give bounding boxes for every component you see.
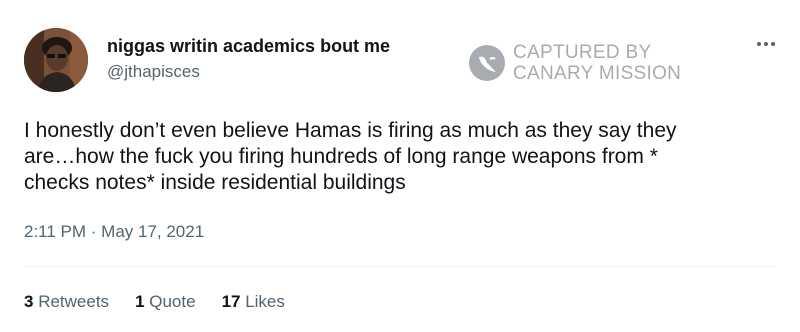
more-options-button[interactable] — [754, 36, 778, 52]
avatar-image — [24, 28, 88, 92]
avatar[interactable] — [24, 28, 88, 92]
tweet-timestamp[interactable]: 2:11 PM · May 17, 2021 — [24, 222, 204, 242]
likes-label: Likes — [245, 292, 285, 311]
tweet-text: I honestly don’t even believe Hamas is f… — [24, 118, 784, 196]
engagement-stats: 3 Retweets 1 Quote 17 Likes — [24, 292, 311, 312]
likes-stat[interactable]: 17 Likes — [222, 292, 285, 312]
watermark-line-2: CANARY MISSION — [513, 63, 682, 84]
tweet-text-line: checks notes* inside residential buildin… — [24, 171, 406, 194]
canary-mission-watermark: CAPTURED BY CANARY MISSION — [467, 42, 681, 84]
display-name[interactable]: niggas writin academics bout me — [107, 36, 390, 57]
more-horizontal-icon — [757, 42, 775, 46]
retweets-count: 3 — [24, 292, 39, 311]
tweet-card: niggas writin academics bout me @jthapis… — [0, 0, 800, 332]
user-handle[interactable]: @jthapisces — [107, 62, 200, 82]
canary-logo-icon — [469, 45, 505, 81]
tweet-text-line: I honestly don’t even believe Hamas is f… — [24, 119, 677, 142]
likes-count: 17 — [221, 292, 246, 311]
quotes-stat[interactable]: 1 Quote — [135, 292, 196, 312]
watermark-line-1: CAPTURED BY — [513, 42, 652, 63]
retweets-label: Retweets — [38, 292, 110, 311]
watermark-text: CAPTURED BY CANARY MISSION — [513, 42, 681, 84]
retweets-stat[interactable]: 3 Retweets — [24, 292, 109, 312]
quotes-label: Quote — [149, 292, 196, 311]
divider — [24, 266, 776, 267]
quotes-count: 1 — [135, 292, 150, 311]
tweet-text-line: are…how the fuck you firing hundreds of … — [24, 145, 658, 168]
